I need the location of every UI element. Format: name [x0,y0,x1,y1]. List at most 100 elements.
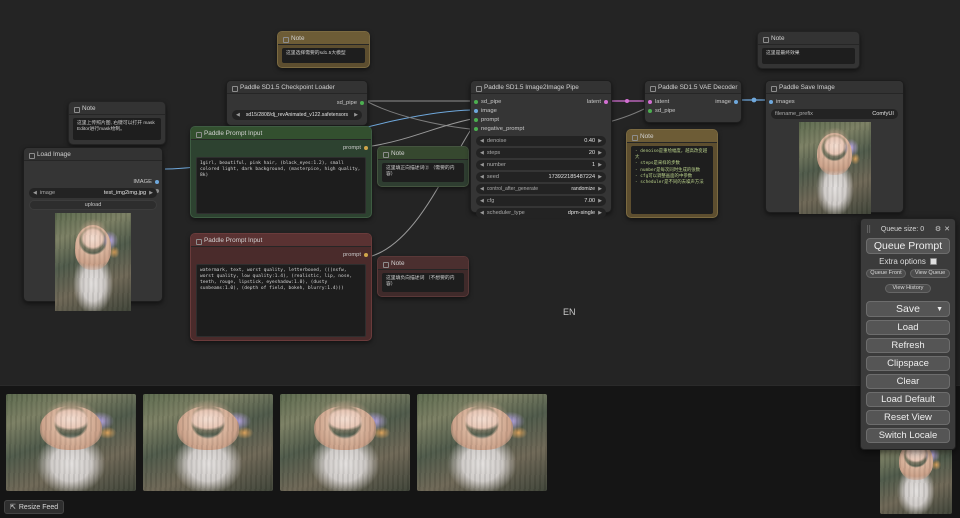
note-mask-editor[interactable]: Note 这里上传照片图, 右键可以打开 maskEditor进行mask绘制。 [68,101,166,145]
port-dot-sd-pipe [648,108,652,113]
port-label-negative-prompt: negative_prompt [481,125,525,132]
save-button[interactable]: Save ▼ [866,301,950,317]
queue-size-label: Queue size: 0 [880,225,925,233]
node-checkpoint-loader[interactable]: Paddle SD1.5 Checkpoint Loader sd_pipe ◀… [226,80,368,126]
note-text[interactable]: 这里上传照片图, 右键可以打开 maskEditor进行mask绘制。 [73,118,161,140]
note-line: - number是每次同时生成的张数 [635,167,701,173]
chevron-right-icon[interactable]: ▶ [595,210,602,216]
input-port-latent[interactable]: latent [648,97,669,106]
node-title: Paddle Save Image [766,81,903,94]
note-positive-prompt[interactable]: Note 这里填正向描述词② （需要的内容） [377,146,469,187]
note-checkpoint[interactable]: Note 这里选择需要的sd1.5大模型 [277,31,370,68]
feed-item[interactable] [417,394,547,491]
note-parameters[interactable]: Note - denoise是重绘幅度，越高改变越大 - steps是采样的步数… [626,129,718,218]
note-text[interactable]: 这里选择需要的sd1.5大模型 [282,48,365,63]
widget-image-select[interactable]: ◀ image test_img2img.jpg ▶ [29,188,157,198]
view-history-button[interactable]: View History [884,284,932,293]
comfy-menu-panel[interactable]: ⣿ Queue size: 0 ⚙ ✕ Queue Prompt Extra o… [860,218,956,450]
image-feed-strip[interactable]: ⇱ Resize Feed [0,385,960,518]
widget-scheduler-type[interactable]: ◀ scheduler_type dpm-single ▶ [476,208,606,218]
node-load-image[interactable]: Load Image IMAGE MASK ◀ image test_img2i… [23,147,163,311]
chevron-right-icon[interactable]: ▶ [595,174,602,180]
port-dot-prompt [364,145,368,150]
gear-icon[interactable]: ⚙ [935,225,941,233]
queue-prompt-button[interactable]: Queue Prompt [866,238,950,254]
widget-cfg[interactable]: ◀ cfg 7.00 ▶ [476,196,606,206]
reset-view-button[interactable]: Reset View [866,410,950,425]
refresh-button[interactable]: Refresh [866,338,950,353]
widget-filename-prefix[interactable]: filename_prefix ComfyUI [771,109,898,119]
feed-item[interactable] [6,394,136,491]
output-port-image[interactable]: IMAGE [133,177,159,186]
port-label-image: IMAGE [133,178,152,185]
output-port-prompt[interactable]: prompt [343,143,368,152]
output-port-latent[interactable]: latent [587,97,608,106]
extra-options-checkbox[interactable] [929,258,937,265]
node-save-image[interactable]: Paddle Save Image images filename_prefix… [765,80,904,214]
queue-front-button[interactable]: Queue Front [866,269,906,278]
chevron-down-icon[interactable]: ▼ [936,302,943,317]
feed-item[interactable] [143,394,273,491]
input-port-image[interactable]: image [474,106,497,115]
output-port-sd-pipe[interactable]: sd_pipe [337,98,364,107]
widget-denoise[interactable]: ◀ denoise 0.40 ▶ [476,136,606,146]
input-port-images[interactable]: images [769,97,795,106]
input-port-negative-prompt[interactable]: negative_prompt [474,124,524,133]
history-row: View History [866,281,950,293]
feed-item[interactable] [280,394,410,491]
extra-options-row[interactable]: Extra options [866,257,950,266]
note-parameters-text[interactable]: - denoise是重绘幅度，越高改变越大 - steps是采样的步数 - nu… [631,146,713,214]
node-vae-decoder[interactable]: Paddle SD1.5 VAE Decoder latent sd_pipe … [644,80,742,123]
widget-value: 0.40 [584,138,596,144]
clipspace-button[interactable]: Clipspace [866,356,950,371]
view-queue-button[interactable]: View Queue [910,269,950,278]
widget-control-after-generate[interactable]: ◀ control_after_generate randomize ▶ [476,184,606,194]
close-icon[interactable]: ✕ [944,225,950,233]
widget-checkpoint-select[interactable]: ◀ sd15/2808/dj_revAnimated_v122.safetens… [232,110,362,120]
node-graph-canvas[interactable]: Note 这里上传照片图, 右键可以打开 maskEditor进行mask绘制。… [0,0,960,385]
drag-handle-icon[interactable]: ⣿ [866,225,871,233]
note-text[interactable]: 这里填正向描述词② （需要的内容） [382,163,464,182]
chevron-right-icon[interactable]: ▶ [595,186,602,192]
node-title: Note [378,147,468,160]
output-port-image[interactable]: image [715,97,738,106]
port-dot-sd-pipe [360,100,364,105]
chevron-right-icon[interactable]: ▶ [595,150,602,156]
chevron-right-icon[interactable]: ▶ [146,190,153,196]
input-port-sd-pipe[interactable]: sd_pipe [474,97,501,106]
node-prompt-positive[interactable]: Paddle Prompt Input prompt 1girl, beauti… [190,126,372,218]
widget-number[interactable]: ◀ number 1 ▶ [476,160,606,170]
positive-prompt-textarea[interactable]: 1girl, beautiful, pink hair, (black_eyes… [196,157,366,214]
port-dot-image [474,108,478,113]
switch-locale-button[interactable]: Switch Locale [866,428,950,443]
input-port-sd-pipe[interactable]: sd_pipe [648,106,675,115]
widget-label: image [39,190,56,196]
chevron-right-icon[interactable]: ▶ [595,138,602,144]
chevron-right-icon[interactable]: ▶ [595,162,602,168]
save-image-preview[interactable] [771,122,898,214]
chevron-right-icon[interactable]: ▶ [354,112,358,118]
preview-artwork [55,213,131,311]
resize-feed-button[interactable]: ⇱ Resize Feed [4,500,65,514]
port-dot-sd-pipe [474,99,478,104]
note-negative-prompt[interactable]: Note 这里填负向描述词 （不想要的内容） [377,256,469,297]
menu-header: ⣿ Queue size: 0 ⚙ ✕ [866,223,950,235]
node-prompt-negative[interactable]: Paddle Prompt Input prompt watermark, te… [190,233,372,341]
note-text[interactable]: 这里填负向描述词 （不想要的内容） [382,273,464,292]
note-text[interactable]: 这里是最终效果 [762,48,855,64]
output-port-prompt[interactable]: prompt [343,250,368,259]
node-image2image-pipe[interactable]: Paddle SD1.5 Image2Image Pipe sd_pipe im… [470,80,612,218]
widget-value: sd15/2808/dj_revAnimated_v122.safetensor… [245,112,349,118]
load-default-button[interactable]: Load Default [866,392,950,407]
negative-prompt-textarea[interactable]: watermark, text, worst quality, letterbo… [196,264,366,337]
note-save-result[interactable]: Note 这里是最终效果 [757,31,860,69]
clear-button[interactable]: Clear [866,374,950,389]
upload-button[interactable]: upload [29,200,157,210]
widget-seed[interactable]: ◀ seed 173922185487224 ▶ [476,172,606,182]
load-button[interactable]: Load [866,320,950,335]
input-port-prompt[interactable]: prompt [474,115,499,124]
port-label-latent: latent [655,98,670,105]
image-preview[interactable] [29,213,157,311]
chevron-right-icon[interactable]: ▶ [595,198,602,204]
widget-steps[interactable]: ◀ steps 20 ▶ [476,148,606,158]
